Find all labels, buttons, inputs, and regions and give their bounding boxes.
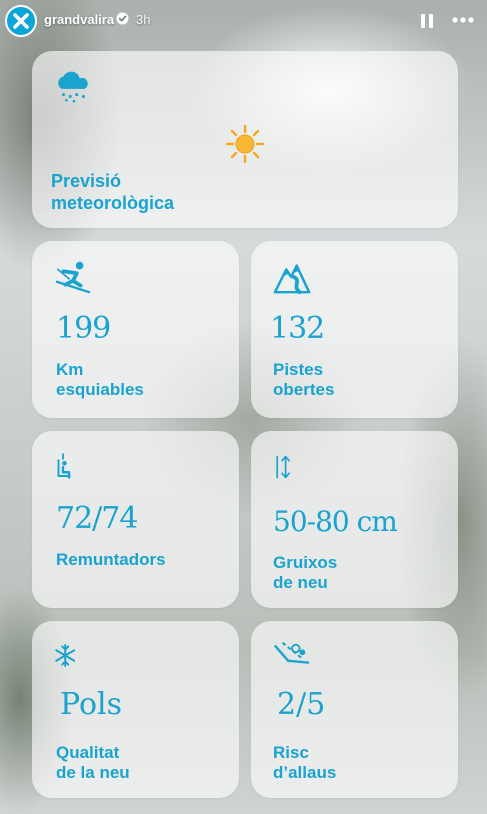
snow-quality-value: Pols (60, 687, 123, 722)
km-label: Km esquiables (56, 360, 144, 399)
x-logo-icon (13, 13, 29, 29)
avalanche-value: 2/5 (277, 687, 326, 722)
chairlift-icon (57, 453, 71, 479)
avalanche-label: Risc d’allaus (273, 743, 337, 782)
lifts-label: Remuntadors (56, 550, 166, 569)
slopes-label: Pistes obertes (273, 360, 335, 399)
snowflake-icon (55, 644, 76, 667)
avalanche-risk-card: 2/5 Risc d’allaus (251, 621, 458, 798)
depth-arrows-icon (276, 455, 290, 479)
snow-quality-label: Qualitat de la neu (56, 743, 130, 782)
verified-badge-icon (116, 12, 129, 25)
snow-quality-card: Pols Qualitat de la neu (32, 621, 239, 798)
avalanche-icon (273, 641, 310, 664)
mountain-trail-icon (273, 264, 311, 295)
username[interactable]: grandvalira (44, 12, 114, 27)
post-time: 3h (136, 12, 151, 27)
open-slopes-card: 132 Pistes obertes (251, 241, 458, 418)
snow-depth-value: 50-80 cm (273, 505, 398, 538)
sun-icon (225, 124, 265, 164)
weather-label: Previsió meteorològica (51, 171, 175, 213)
more-options-button[interactable] (448, 10, 478, 30)
weather-forecast-card[interactable]: Previsió meteorològica (32, 51, 458, 228)
skier-icon (55, 261, 91, 294)
profile-avatar[interactable] (5, 5, 37, 37)
km-value: 199 (56, 311, 111, 346)
slopes-value: 132 (270, 311, 325, 346)
pause-button[interactable] (417, 11, 437, 31)
story-header: grandvalira 3h (0, 0, 487, 44)
lifts-card: 72/74 Remuntadors (32, 431, 239, 608)
pause-icon (421, 14, 433, 28)
snow-depth-label: Gruixos de neu (273, 553, 338, 592)
km-skiable-card: 199 Km esquiables (32, 241, 239, 418)
snow-depth-card: 50-80 cm Gruixos de neu (251, 431, 458, 608)
more-dots-icon (452, 17, 474, 23)
lifts-value: 72/74 (56, 501, 138, 536)
snow-cloud-icon (58, 71, 88, 103)
